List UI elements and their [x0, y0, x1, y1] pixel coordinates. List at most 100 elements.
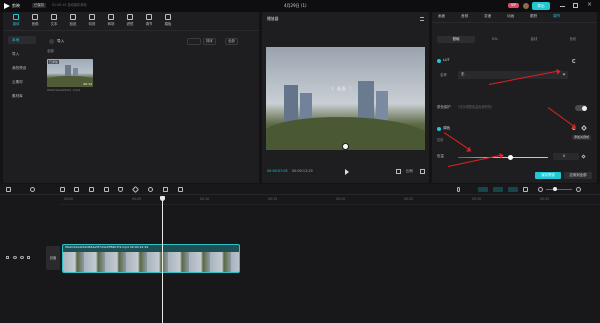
sidebar-item[interactable]: 我的预设: [8, 64, 36, 72]
delete-icon[interactable]: [104, 187, 109, 192]
split-left-icon[interactable]: [74, 187, 79, 192]
sub-tab-1[interactable]: HSL: [476, 36, 514, 43]
lut-name-label: 名称: [440, 73, 447, 77]
tab-2[interactable]: 变速: [484, 14, 491, 19]
keyframe-icon[interactable]: [581, 154, 586, 159]
select-icon[interactable]: [6, 187, 11, 192]
video-preview[interactable]: [ 画面 ]: [266, 47, 425, 150]
playhead[interactable]: [160, 196, 165, 323]
record-icon[interactable]: [342, 143, 349, 150]
ruler-tick-label: 00:05: [132, 197, 142, 201]
maximize-icon[interactable]: [573, 3, 578, 8]
tab-1[interactable]: 音频: [461, 14, 468, 19]
marker-icon[interactable]: [131, 185, 140, 194]
clip-frames: [63, 252, 239, 272]
lut-select-value: 无: [461, 72, 465, 76]
autosave-status: 01:45:15 自动保存本地: [52, 3, 87, 7]
tab-3[interactable]: 动画: [507, 14, 514, 19]
tool-media[interactable]: 媒体: [7, 14, 25, 28]
linkage-toggle-button[interactable]: [508, 187, 518, 192]
skin-protect-toggle[interactable]: [575, 105, 587, 111]
import-button[interactable]: 导入: [47, 38, 73, 46]
zoom-out-icon[interactable]: [538, 187, 543, 192]
player-menu-icon[interactable]: [420, 17, 424, 21]
tool-effects[interactable]: 特效: [83, 14, 101, 28]
vip-badge[interactable]: VIP: [508, 3, 520, 9]
transition-icon: [108, 14, 114, 20]
sub-tab-3[interactable]: 色轮: [554, 36, 592, 43]
skin-protect-hint: (仅对调整色温色调有效): [458, 105, 493, 109]
tool-template[interactable]: 模板: [159, 14, 177, 28]
tab-5[interactable]: 调节: [553, 14, 560, 19]
section-label: 全部: [47, 49, 54, 53]
fullscreen-icon[interactable]: [420, 169, 425, 174]
avatar[interactable]: [523, 3, 529, 9]
ruler-tick-label: 00:00: [64, 197, 74, 201]
ratio-button[interactable]: 比例: [406, 169, 413, 173]
tool-sticker[interactable]: 贴纸: [64, 14, 82, 28]
microphone-icon[interactable]: [457, 187, 460, 192]
zoom-knob[interactable]: [553, 187, 557, 191]
ruler-tick-label: 00:15: [268, 197, 278, 201]
sidebar-item[interactable]: 导入: [8, 50, 36, 58]
ruler-tick-label: 00:10: [200, 197, 210, 201]
apply-all-button[interactable]: 应用到全部: [564, 172, 592, 179]
link-toggle-button[interactable]: [478, 187, 488, 192]
zoom-slider[interactable]: [546, 187, 572, 191]
media-clip[interactable]: 已添加 00:12: [47, 59, 93, 87]
track-hide-icon[interactable]: [13, 256, 17, 259]
sidebar-item[interactable]: 本地: [8, 36, 36, 44]
close-icon[interactable]: ×: [587, 2, 592, 8]
tab-4[interactable]: 跟踪: [530, 14, 537, 19]
minimize-icon[interactable]: [560, 6, 565, 7]
export-button[interactable]: 导出: [532, 2, 550, 10]
sub-tab-0[interactable]: 基础: [437, 36, 475, 43]
mirror-icon[interactable]: [178, 187, 183, 192]
sidebar-item[interactable]: 云素材: [8, 78, 36, 86]
view-mode-button[interactable]: [187, 38, 201, 45]
zoom-in-icon[interactable]: [576, 187, 581, 192]
fullscreen-crop-icon[interactable]: [396, 169, 401, 174]
reset-icon[interactable]: [572, 59, 576, 63]
snap-toggle-button[interactable]: [493, 187, 503, 192]
split-right-icon[interactable]: [89, 187, 94, 192]
slider-knob[interactable]: [507, 155, 513, 160]
play-icon[interactable]: [345, 169, 349, 175]
sub-tab-2[interactable]: 曲线: [515, 36, 553, 43]
ruler-tick-label: 00:30: [472, 197, 482, 201]
tab-0[interactable]: 画面: [438, 14, 445, 19]
tool-label: 转场: [107, 22, 115, 26]
tool-text[interactable]: 文本: [45, 14, 63, 28]
video-clip[interactable]: 0fe0c22ad2b4d462e5f7d4a7ff69b7f4.mp4 00:…: [62, 244, 240, 273]
shield-icon[interactable]: [118, 187, 123, 192]
cover-button[interactable]: 封面: [46, 246, 60, 270]
tool-label: 滤镜: [126, 22, 134, 26]
save-preset-button[interactable]: 保存预设: [535, 172, 561, 179]
tool-label: 音频: [31, 22, 39, 26]
sort-button[interactable]: 排序: [203, 38, 216, 45]
tool-transition[interactable]: 转场: [102, 14, 120, 28]
crop-icon[interactable]: [163, 187, 168, 192]
keyframe-icon[interactable]: [581, 125, 587, 131]
clip-filename: 0fe0c22ad2b4d...mp4: [47, 88, 81, 92]
lut-checkbox[interactable]: [437, 59, 441, 63]
sidebar-item[interactable]: 素材库: [8, 92, 36, 100]
temperature-input[interactable]: 0: [553, 153, 579, 160]
tool-audio[interactable]: 音频: [26, 14, 44, 28]
preview-axis-icon[interactable]: [523, 187, 528, 192]
track-lock-icon[interactable]: [6, 256, 9, 259]
track-visible-icon[interactable]: [20, 256, 24, 259]
undo-icon[interactable]: [30, 187, 35, 192]
play-icon[interactable]: [148, 187, 153, 192]
ruler-tick-label: 00:25: [404, 197, 414, 201]
tool-filter[interactable]: 滤镜: [121, 14, 139, 28]
playhead-handle[interactable]: [160, 196, 165, 201]
track-mute-icon[interactable]: [27, 256, 30, 259]
filter-button[interactable]: 全部: [225, 38, 238, 45]
split-icon[interactable]: [60, 187, 65, 192]
tool-adjust[interactable]: 调节: [140, 14, 158, 28]
menu-button[interactable]: 已保存: [32, 3, 47, 9]
plus-icon: [49, 39, 54, 44]
clip-label: 0fe0c22ad2b4d462e5f7d4a7ff69b7f4.mp4 00:…: [65, 245, 149, 249]
color-checkbox[interactable]: [437, 127, 441, 131]
